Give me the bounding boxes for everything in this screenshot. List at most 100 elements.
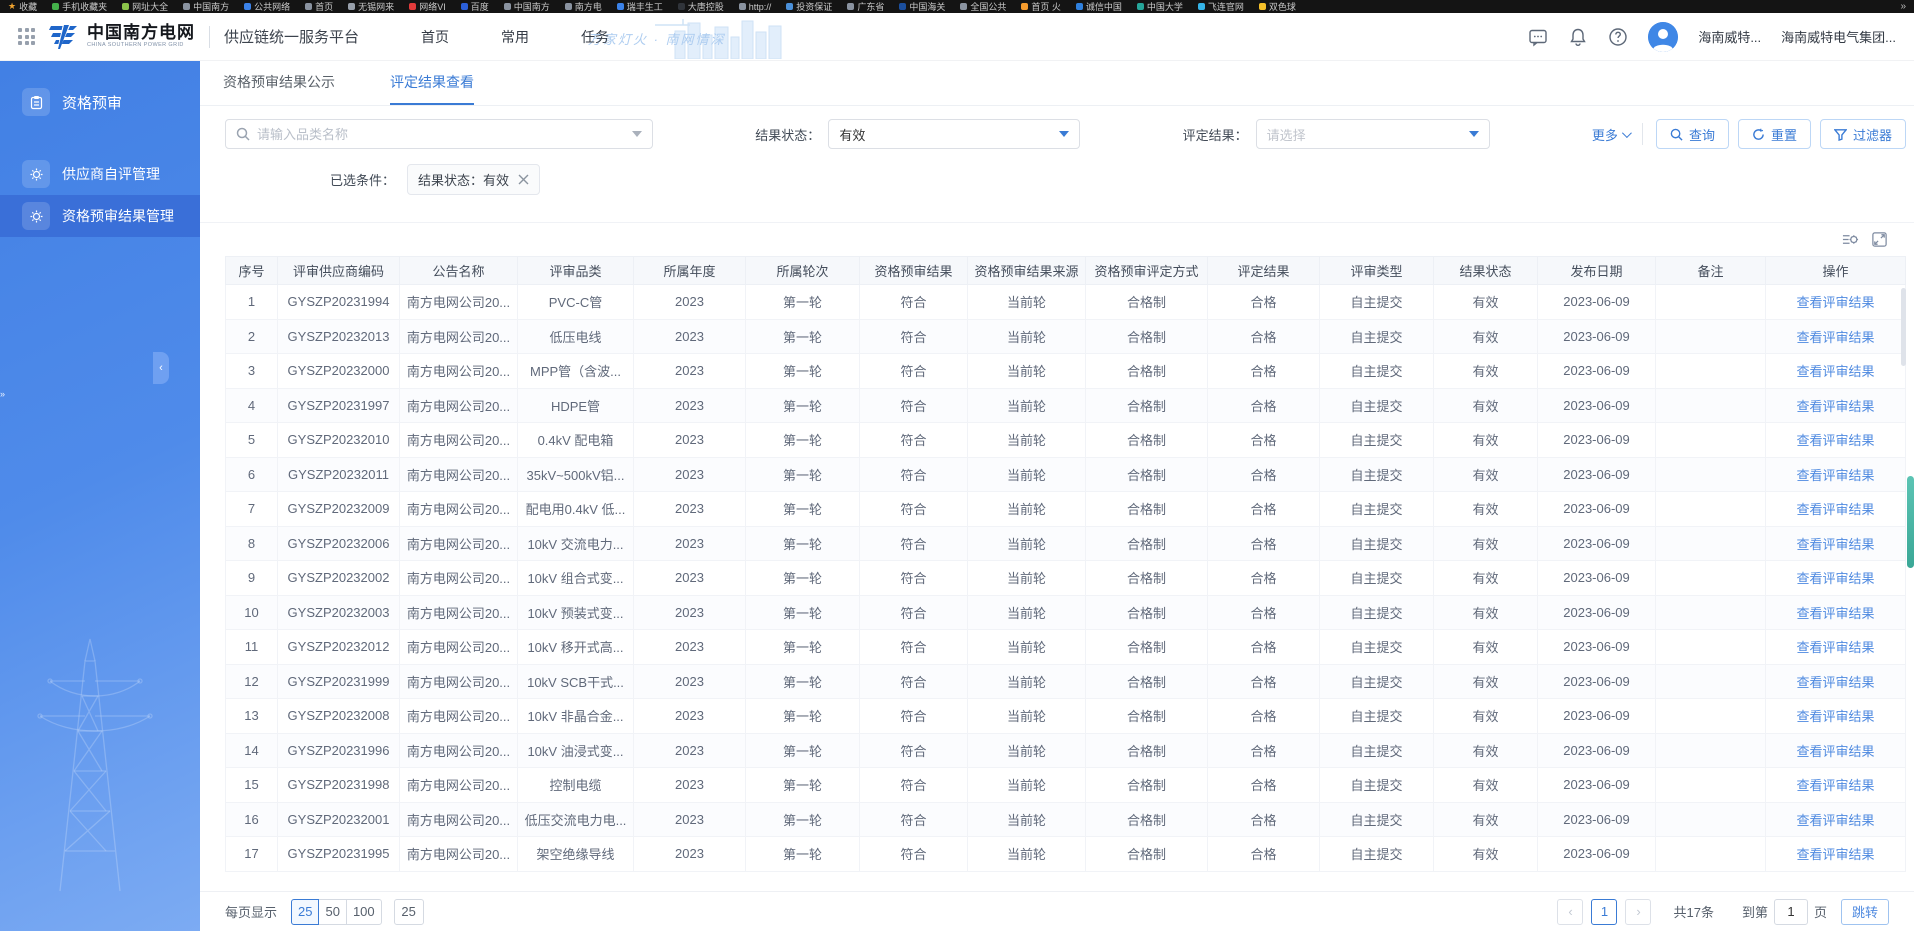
bookmark-favicon	[565, 3, 572, 10]
help-icon[interactable]	[1608, 27, 1628, 47]
user-avatar[interactable]	[1648, 22, 1678, 52]
page-size-50[interactable]: 50	[318, 899, 346, 925]
page-size-box[interactable]: 25	[394, 899, 424, 925]
reset-button[interactable]: 重置	[1738, 119, 1811, 149]
nav-item-任务[interactable]: 任务	[581, 27, 609, 47]
view-review-result-link[interactable]: 查看评审结果	[1766, 664, 1906, 699]
notification-bell-icon[interactable]	[1568, 27, 1588, 47]
table-cell: 南方电网公司20...	[400, 768, 518, 803]
page-size-group: 2550100	[291, 899, 382, 925]
bookmark-item[interactable]: 中国南方	[504, 0, 550, 13]
sidebar-item-资格预审[interactable]: 资格预审	[0, 81, 200, 123]
view-review-result-link[interactable]: 查看评审结果	[1766, 492, 1906, 527]
bookmark-item[interactable]: 飞连官网	[1198, 0, 1244, 13]
message-icon[interactable]	[1528, 27, 1548, 47]
table-cell: 符合	[860, 423, 968, 458]
bookmark-item[interactable]: 无锡网来	[348, 0, 394, 13]
sidebar-item-label: 资格预审	[62, 92, 122, 113]
table-cell	[1656, 561, 1766, 596]
category-search-input[interactable]	[257, 127, 625, 142]
bookmark-item[interactable]: 全国公共	[960, 0, 1006, 13]
table-scrollbar-thumb[interactable]	[1901, 288, 1906, 366]
filter-button[interactable]: 过滤器	[1820, 119, 1906, 149]
bookmark-item[interactable]: 百度	[461, 0, 489, 13]
query-button[interactable]: 查询	[1656, 119, 1729, 149]
view-review-result-link[interactable]: 查看评审结果	[1766, 802, 1906, 837]
bookmark-item[interactable]: 诚信中国	[1076, 0, 1122, 13]
table-cell: 2023-06-09	[1538, 285, 1656, 320]
nav-item-首页[interactable]: 首页	[421, 27, 449, 47]
bookmark-item[interactable]: 大唐控股	[678, 0, 724, 13]
table-cell: 合格	[1208, 561, 1320, 596]
view-review-result-link[interactable]: 查看评审结果	[1766, 561, 1906, 596]
bookmark-item[interactable]: 中国海关	[899, 0, 945, 13]
sidebar-item-供应商自评管理[interactable]: 供应商自评管理	[0, 153, 200, 195]
bookmark-item[interactable]: 广东省	[847, 0, 884, 13]
view-review-result-link[interactable]: 查看评审结果	[1766, 837, 1906, 872]
nav-item-常用[interactable]: 常用	[501, 27, 529, 47]
view-review-result-link[interactable]: 查看评审结果	[1766, 630, 1906, 665]
bookmark-item[interactable]: 中国南方	[183, 0, 229, 13]
evaluation-result-select[interactable]: 请选择	[1256, 119, 1490, 149]
view-review-result-link[interactable]: 查看评审结果	[1766, 526, 1906, 561]
more-filters-button[interactable]: 更多	[1592, 125, 1629, 144]
view-review-result-link[interactable]: 查看评审结果	[1766, 319, 1906, 354]
bookmark-item[interactable]: 瑞丰生工	[617, 0, 663, 13]
bookmark-item[interactable]: 手机收藏夹	[52, 0, 107, 13]
bookmark-item[interactable]: 网络VI	[409, 0, 446, 13]
view-review-result-link[interactable]: 查看评审结果	[1766, 285, 1906, 320]
bookmark-item[interactable]: 网址大全	[122, 0, 168, 13]
current-page-button[interactable]: 1	[1591, 899, 1617, 925]
view-review-result-link[interactable]: 查看评审结果	[1766, 699, 1906, 734]
view-review-result-link[interactable]: 查看评审结果	[1766, 388, 1906, 423]
browser-scrollbar-thumb[interactable]	[1907, 476, 1914, 568]
bookmark-item[interactable]: 双色球	[1259, 0, 1296, 13]
user-name[interactable]: 海南威特...	[1698, 27, 1761, 46]
prev-page-button[interactable]: ‹	[1557, 899, 1583, 925]
next-page-button[interactable]: ›	[1625, 899, 1651, 925]
bookmark-favicon	[348, 3, 355, 10]
view-review-result-link[interactable]: 查看评审结果	[1766, 595, 1906, 630]
table-cell: 符合	[860, 561, 968, 596]
view-review-result-link[interactable]: 查看评审结果	[1766, 768, 1906, 803]
page-size-25[interactable]: 25	[291, 899, 319, 925]
bookmark-item[interactable]: 中国大学	[1137, 0, 1183, 13]
filter-row: 结果状态： 有效 评定结果： 请选择 更多 查询	[225, 119, 1906, 149]
bookmarks-overflow-icon[interactable]: »	[1900, 1, 1906, 12]
bookmark-item[interactable]: http://	[739, 2, 772, 12]
view-review-result-link[interactable]: 查看评审结果	[1766, 354, 1906, 389]
user-company-switcher[interactable]: 海南威特电气集团...	[1781, 27, 1896, 46]
app-grid-menu-icon[interactable]	[18, 28, 35, 45]
bookmark-item[interactable]: 南方电	[565, 0, 602, 13]
table-cell: 2023-06-09	[1538, 768, 1656, 803]
tab-资格预审结果公示[interactable]: 资格预审结果公示	[223, 61, 335, 105]
table-cell: 合格制	[1086, 595, 1208, 630]
category-search-select[interactable]	[225, 119, 653, 149]
jump-button[interactable]: 跳转	[1841, 899, 1889, 925]
bookmark-label: 全国公共	[970, 0, 1006, 13]
view-review-result-link[interactable]: 查看评审结果	[1766, 457, 1906, 492]
table-row: 7GYSZP20232009南方电网公司20...配电用0.4kV 低...20…	[226, 492, 1906, 527]
page-size-100[interactable]: 100	[346, 899, 382, 925]
sidebar-collapse-handle[interactable]: ‹	[153, 352, 169, 384]
total-count: 共17条	[1673, 902, 1713, 921]
bookmark-item[interactable]: 首页 火	[1021, 0, 1061, 13]
fullscreen-icon[interactable]	[1871, 231, 1888, 248]
column-settings-icon[interactable]	[1842, 231, 1859, 248]
column-header-评审品类: 评审品类	[518, 257, 634, 285]
bookmark-label: 百度	[471, 0, 489, 13]
result-status-select[interactable]: 有效	[828, 119, 1080, 149]
tab-评定结果查看[interactable]: 评定结果查看	[390, 61, 474, 105]
bookmark-item[interactable]: 投资保证	[786, 0, 832, 13]
view-review-result-link[interactable]: 查看评审结果	[1766, 733, 1906, 768]
remove-filter-icon[interactable]	[518, 174, 529, 185]
sidebar-item-资格预审结果管理[interactable]: 资格预审结果管理	[0, 195, 200, 237]
bookmark-item[interactable]: 公共网络	[244, 0, 290, 13]
table-cell: 2023	[634, 423, 746, 458]
goto-page-input[interactable]	[1774, 899, 1808, 925]
bookmark-item[interactable]: ★收藏	[8, 0, 37, 13]
view-review-result-link[interactable]: 查看评审结果	[1766, 423, 1906, 458]
bookmark-item[interactable]: 首页	[305, 0, 333, 13]
sidebar-edge-expander[interactable]: »	[0, 389, 5, 399]
table-cell: 10kV SCB干式...	[518, 664, 634, 699]
